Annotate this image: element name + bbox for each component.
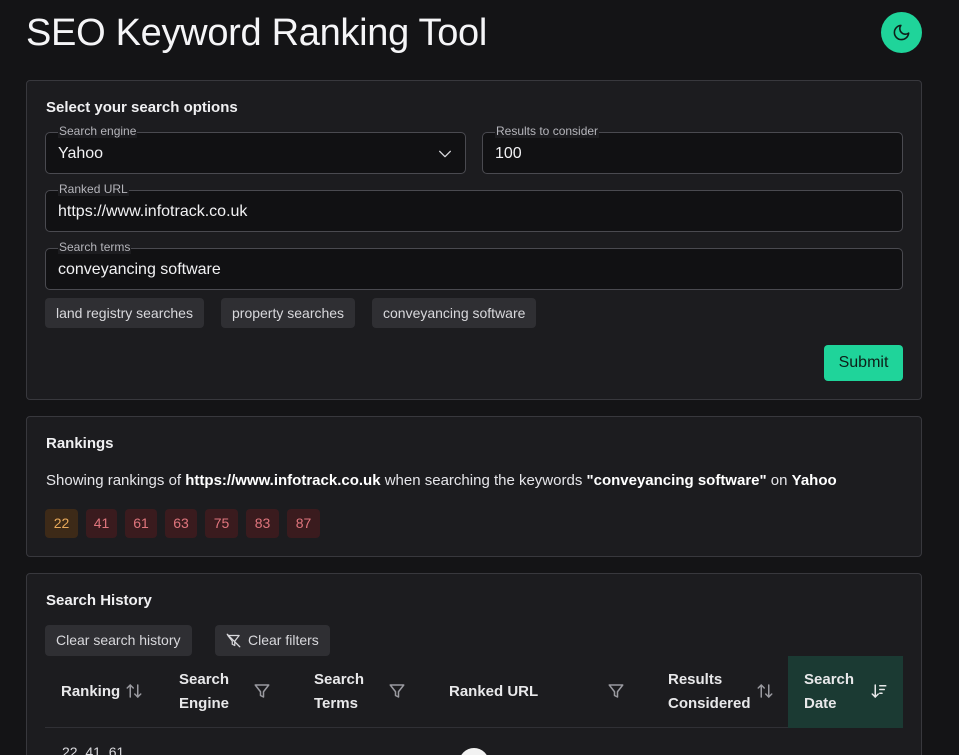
sort-descending-icon[interactable] (870, 682, 888, 700)
theme-toggle-button[interactable] (881, 12, 922, 53)
filter-off-icon (226, 633, 241, 648)
ranking-badge: 22 (45, 509, 78, 538)
suggestion-chip[interactable]: conveyancing software (372, 298, 537, 328)
ranked-url-value: https://www.infotrack.co.uk (58, 203, 248, 220)
column-header-search-date[interactable]: Search Date (788, 656, 903, 728)
search-terms-value: conveyancing software (58, 261, 221, 278)
label-line: Engine (179, 695, 230, 712)
summary-engine: Yahoo (791, 472, 837, 489)
page-title: SEO Keyword Ranking Tool (26, 12, 488, 54)
ranking-badge: 63 (165, 509, 197, 538)
filter-icon[interactable] (607, 682, 625, 700)
filter-icon[interactable] (388, 682, 406, 700)
clear-filters-button[interactable]: Clear filters (215, 625, 330, 656)
clear-search-history-label: Clear search history (56, 632, 181, 648)
suggestion-chip[interactable]: land registry searches (45, 298, 204, 328)
column-label-search-date: Search Date (804, 668, 854, 716)
search-options-card: Select your search options Search engine… (26, 80, 922, 400)
label-line: Search (804, 671, 855, 688)
summary-on: on (766, 472, 792, 489)
submit-button[interactable]: Submit (824, 345, 903, 381)
ranking-badge: 41 (86, 509, 117, 538)
summary-keywords: "conveyancing software" (586, 472, 767, 489)
rankings-card: Rankings Showing rankings of https://www… (26, 416, 922, 557)
filter-icon[interactable] (253, 682, 271, 700)
search-history-card: Search History Clear search history Clea… (26, 573, 922, 755)
search-options-title: Select your search options (46, 99, 238, 116)
label-line: Search (314, 671, 365, 688)
summary-middle: when searching the keywords (380, 472, 587, 489)
sort-arrows-icon[interactable] (125, 682, 143, 700)
search-engine-select[interactable]: Search engine Yahoo (45, 124, 466, 174)
sort-arrows-icon[interactable] (756, 682, 774, 700)
table-row-ranking: 22, 41, 61 (62, 744, 125, 755)
favicon (459, 748, 489, 755)
label-line: Considered (668, 695, 751, 712)
ranking-badge: 83 (246, 509, 279, 538)
search-engine-label: Search engine (58, 124, 138, 138)
clear-filters-label: Clear filters (248, 632, 319, 648)
ranking-badge: 75 (205, 509, 238, 538)
search-terms-field[interactable]: Search terms conveyancing software (45, 240, 903, 290)
results-to-consider-label: Results to consider (495, 124, 600, 138)
suggestion-chip[interactable]: property searches (221, 298, 356, 328)
label-line: Results (668, 671, 723, 688)
column-header-results-considered[interactable]: Results Considered (652, 656, 788, 728)
column-label-ranked-url: Ranked URL (449, 683, 539, 700)
column-header-search-terms[interactable]: Search Terms (298, 656, 433, 728)
rankings-summary: Showing rankings of https://www.infotrac… (46, 472, 837, 489)
results-to-consider-value: 100 (495, 145, 522, 162)
results-to-consider-field[interactable]: Results to consider 100 (482, 124, 903, 174)
ranked-url-field[interactable]: Ranked URL https://www.infotrack.co.uk (45, 182, 903, 232)
chevron-down-icon (439, 150, 451, 158)
search-terms-label: Search terms (58, 240, 132, 254)
column-header-ranked-url[interactable]: Ranked URL (433, 656, 652, 728)
summary-prefix: Showing rankings of (46, 472, 186, 489)
summary-url: https://www.infotrack.co.uk (185, 472, 381, 489)
search-engine-value: Yahoo (58, 145, 104, 162)
search-history-title: Search History (46, 592, 152, 609)
moon-icon (893, 24, 910, 41)
column-header-ranking[interactable]: Ranking (45, 656, 163, 728)
ranking-badge: 61 (125, 509, 157, 538)
ranked-url-label: Ranked URL (58, 182, 129, 196)
column-label-search-engine: Search Engine (179, 668, 229, 716)
label-line: Search (179, 671, 230, 688)
column-header-search-engine[interactable]: Search Engine (163, 656, 298, 728)
clear-search-history-button[interactable]: Clear search history (45, 625, 192, 656)
ranking-badge: 87 (287, 509, 320, 538)
label-line: Terms (314, 695, 358, 712)
label-line: Date (804, 695, 837, 712)
column-label-ranking: Ranking (61, 683, 121, 700)
history-table-header: Ranking Search Engine Search Terms Ranked … (45, 656, 903, 728)
column-label-search-terms: Search Terms (314, 668, 364, 716)
column-label-results-considered: Results Considered (668, 668, 751, 716)
rankings-title: Rankings (46, 435, 114, 452)
